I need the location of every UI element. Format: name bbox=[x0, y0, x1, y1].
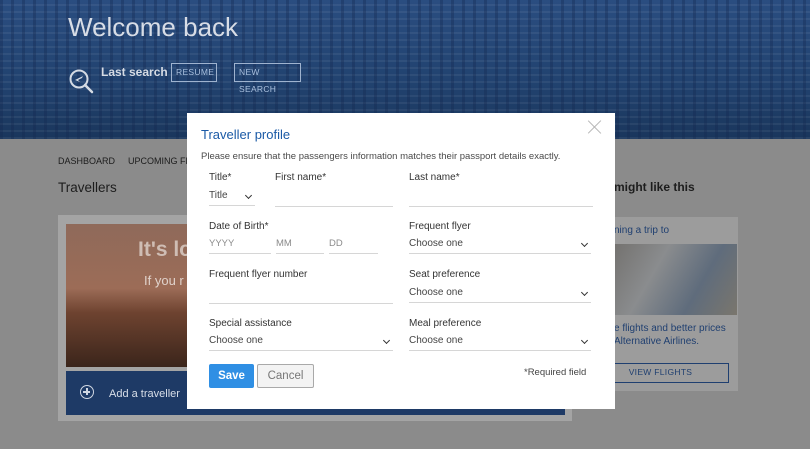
meal-preference-value: Choose one bbox=[409, 335, 463, 346]
required-field-note: *Required field bbox=[524, 367, 587, 378]
special-assistance-value: Choose one bbox=[209, 335, 263, 346]
nav-dashboard[interactable]: DASHBOARD bbox=[58, 156, 115, 166]
traveller-profile-modal: Traveller profile Please ensure that the… bbox=[187, 113, 615, 409]
cancel-button[interactable]: Cancel bbox=[257, 364, 314, 388]
photo-subtext: If you r bbox=[144, 273, 184, 288]
title-select[interactable]: Title bbox=[209, 187, 255, 206]
ff-number-label: Frequent flyer number bbox=[209, 269, 308, 280]
seat-preference-value: Choose one bbox=[409, 287, 463, 298]
meal-preference-label: Meal preference bbox=[409, 318, 482, 329]
frequent-flyer-value: Choose one bbox=[409, 238, 463, 249]
ff-number-field[interactable] bbox=[209, 285, 393, 304]
modal-description: Please ensure that the passengers inform… bbox=[201, 151, 561, 162]
resume-button[interactable]: RESUME bbox=[171, 63, 217, 82]
title-select-value: Title bbox=[209, 190, 228, 201]
plane-search-icon[interactable] bbox=[68, 68, 94, 94]
chevron-down-icon bbox=[580, 288, 589, 297]
promo-text-line: e flights and better prices bbox=[614, 323, 726, 334]
modal-title: Traveller profile bbox=[201, 127, 291, 142]
close-icon[interactable] bbox=[587, 119, 603, 135]
title-label: Title* bbox=[209, 172, 232, 183]
frequent-flyer-select[interactable]: Choose one bbox=[409, 235, 591, 254]
dob-year-field[interactable]: YYYY bbox=[209, 235, 271, 254]
dob-month-field[interactable]: MM bbox=[276, 235, 324, 254]
special-assistance-select[interactable]: Choose one bbox=[209, 332, 393, 351]
chevron-down-icon bbox=[580, 336, 589, 345]
photo-headline: It's lo bbox=[138, 238, 192, 261]
add-traveller-label[interactable]: Add a traveller bbox=[109, 388, 180, 400]
dob-day-field[interactable]: DD bbox=[329, 235, 378, 254]
promo-image bbox=[598, 244, 737, 315]
last-name-field[interactable] bbox=[409, 188, 593, 207]
nav-upcoming-flights[interactable]: UPCOMING FL bbox=[128, 156, 191, 166]
seat-preference-select[interactable]: Choose one bbox=[409, 284, 591, 303]
travellers-heading: Travellers bbox=[58, 180, 117, 195]
special-assistance-label: Special assistance bbox=[209, 318, 292, 329]
first-name-label: First name* bbox=[275, 172, 327, 183]
new-search-button[interactable]: NEW SEARCH bbox=[234, 63, 301, 94]
might-like-heading: might like this bbox=[614, 180, 695, 194]
chevron-down-icon bbox=[244, 191, 253, 200]
frequent-flyer-label: Frequent flyer bbox=[409, 221, 471, 232]
last-name-label: Last name* bbox=[409, 172, 460, 183]
promo-trip-text: ning a trip to bbox=[614, 225, 670, 236]
chevron-down-icon bbox=[382, 336, 391, 345]
dob-label: Date of Birth* bbox=[209, 221, 269, 232]
add-circle-icon[interactable] bbox=[80, 385, 94, 399]
promo-text-line: Alternative Airlines. bbox=[614, 336, 700, 347]
first-name-field[interactable] bbox=[275, 188, 393, 207]
seat-preference-label: Seat preference bbox=[409, 269, 481, 280]
meal-preference-select[interactable]: Choose one bbox=[409, 332, 591, 351]
welcome-heading: Welcome back bbox=[68, 12, 239, 42]
chevron-down-icon bbox=[580, 239, 589, 248]
last-search-label: Last search bbox=[101, 65, 168, 79]
save-button[interactable]: Save bbox=[209, 364, 254, 388]
